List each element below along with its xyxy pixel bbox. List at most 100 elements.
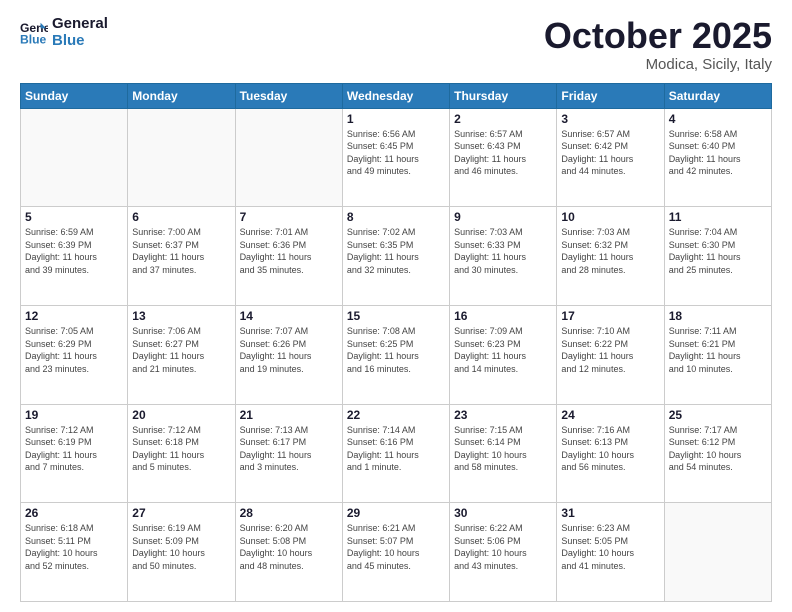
calendar-cell: 20 Sunrise: 7:12 AM Sunset: 6:18 PM Dayli…: [128, 404, 235, 503]
day-number: 20: [132, 408, 230, 422]
day-info: Sunrise: 7:02 AM Sunset: 6:35 PM Dayligh…: [347, 226, 445, 276]
day-number: 21: [240, 408, 338, 422]
calendar-cell: 30 Sunrise: 6:22 AM Sunset: 5:06 PM Dayli…: [450, 503, 557, 602]
calendar-cell: 2 Sunrise: 6:57 AM Sunset: 6:43 PM Daylig…: [450, 108, 557, 207]
day-header-tuesday: Tuesday: [235, 83, 342, 108]
location: Modica, Sicily, Italy: [544, 56, 772, 73]
month-title: October 2025: [544, 16, 772, 56]
day-number: 29: [347, 506, 445, 520]
calendar-cell: 16 Sunrise: 7:09 AM Sunset: 6:23 PM Dayli…: [450, 305, 557, 404]
calendar-cell: 31 Sunrise: 6:23 AM Sunset: 5:05 PM Dayli…: [557, 503, 664, 602]
day-number: 9: [454, 210, 552, 224]
calendar-cell: 24 Sunrise: 7:16 AM Sunset: 6:13 PM Dayli…: [557, 404, 664, 503]
calendar-cell: 4 Sunrise: 6:58 AM Sunset: 6:40 PM Daylig…: [664, 108, 771, 207]
calendar-cell: 22 Sunrise: 7:14 AM Sunset: 6:16 PM Dayli…: [342, 404, 449, 503]
day-number: 27: [132, 506, 230, 520]
day-info: Sunrise: 6:56 AM Sunset: 6:45 PM Dayligh…: [347, 128, 445, 178]
title-block: October 2025 Modica, Sicily, Italy: [544, 16, 772, 73]
day-info: Sunrise: 7:04 AM Sunset: 6:30 PM Dayligh…: [669, 226, 767, 276]
calendar-cell: [664, 503, 771, 602]
day-header-thursday: Thursday: [450, 83, 557, 108]
day-header-monday: Monday: [128, 83, 235, 108]
calendar-cell: 1 Sunrise: 6:56 AM Sunset: 6:45 PM Daylig…: [342, 108, 449, 207]
week-row-2: 5Sunrise: 6:59 AM Sunset: 6:39 PM Daylig…: [21, 207, 772, 306]
page: General Blue General Blue October 2025 M…: [0, 0, 792, 612]
day-info: Sunrise: 7:03 AM Sunset: 6:33 PM Dayligh…: [454, 226, 552, 276]
calendar-cell: 15Sunrise: 7:08 AM Sunset: 6:25 PM Dayli…: [342, 305, 449, 404]
day-info: Sunrise: 7:12 AM Sunset: 6:19 PM Dayligh…: [25, 424, 123, 474]
logo: General Blue General Blue: [20, 16, 108, 49]
calendar-cell: 23Sunrise: 7:15 AM Sunset: 6:14 PM Dayli…: [450, 404, 557, 503]
calendar-cell: 25Sunrise: 7:17 AM Sunset: 6:12 PM Dayli…: [664, 404, 771, 503]
calendar-cell: [128, 108, 235, 207]
day-header-saturday: Saturday: [664, 83, 771, 108]
week-row-3: 12Sunrise: 7:05 AM Sunset: 6:29 PM Dayli…: [21, 305, 772, 404]
day-info: Sunrise: 7:17 AM Sunset: 6:12 PM Dayligh…: [669, 424, 767, 474]
day-info: Sunrise: 7:07 AM Sunset: 6:26 PM Dayligh…: [240, 325, 338, 375]
day-info: Sunrise: 7:10 AM Sunset: 6:22 PM Dayligh…: [561, 325, 659, 375]
calendar-cell: 7Sunrise: 7:01 AM Sunset: 6:36 PM Daylig…: [235, 207, 342, 306]
calendar-cell: 9 Sunrise: 7:03 AM Sunset: 6:33 PM Daylig…: [450, 207, 557, 306]
calendar-cell: 18 Sunrise: 7:11 AM Sunset: 6:21 PM Dayli…: [664, 305, 771, 404]
day-number: 18: [669, 309, 767, 323]
day-header-sunday: Sunday: [21, 83, 128, 108]
day-info: Sunrise: 7:13 AM Sunset: 6:17 PM Dayligh…: [240, 424, 338, 474]
day-info: Sunrise: 6:21 AM Sunset: 5:07 PM Dayligh…: [347, 522, 445, 572]
day-header-friday: Friday: [557, 83, 664, 108]
calendar-cell: 3Sunrise: 6:57 AM Sunset: 6:42 PM Daylig…: [557, 108, 664, 207]
calendar-cell: [21, 108, 128, 207]
week-row-5: 26Sunrise: 6:18 AM Sunset: 5:11 PM Dayli…: [21, 503, 772, 602]
calendar: SundayMondayTuesdayWednesdayThursdayFrid…: [20, 83, 772, 602]
day-number: 14: [240, 309, 338, 323]
week-row-1: 1 Sunrise: 6:56 AM Sunset: 6:45 PM Daylig…: [21, 108, 772, 207]
day-info: Sunrise: 7:14 AM Sunset: 6:16 PM Dayligh…: [347, 424, 445, 474]
day-number: 31: [561, 506, 659, 520]
calendar-cell: 6Sunrise: 7:00 AM Sunset: 6:37 PM Daylig…: [128, 207, 235, 306]
day-info: Sunrise: 7:01 AM Sunset: 6:36 PM Dayligh…: [240, 226, 338, 276]
day-header-wednesday: Wednesday: [342, 83, 449, 108]
day-number: 16: [454, 309, 552, 323]
svg-text:Blue: Blue: [20, 32, 47, 46]
calendar-cell: 14 Sunrise: 7:07 AM Sunset: 6:26 PM Dayli…: [235, 305, 342, 404]
day-number: 12: [25, 309, 123, 323]
day-number: 30: [454, 506, 552, 520]
day-info: Sunrise: 6:19 AM Sunset: 5:09 PM Dayligh…: [132, 522, 230, 572]
day-number: 19: [25, 408, 123, 422]
day-number: 22: [347, 408, 445, 422]
logo-icon: General Blue: [20, 19, 48, 47]
calendar-cell: 8 Sunrise: 7:02 AM Sunset: 6:35 PM Daylig…: [342, 207, 449, 306]
day-info: Sunrise: 6:58 AM Sunset: 6:40 PM Dayligh…: [669, 128, 767, 178]
calendar-cell: 19 Sunrise: 7:12 AM Sunset: 6:19 PM Dayli…: [21, 404, 128, 503]
day-info: Sunrise: 7:03 AM Sunset: 6:32 PM Dayligh…: [561, 226, 659, 276]
day-number: 3: [561, 112, 659, 126]
day-number: 10: [561, 210, 659, 224]
calendar-cell: 26Sunrise: 6:18 AM Sunset: 5:11 PM Dayli…: [21, 503, 128, 602]
calendar-cell: 29 Sunrise: 6:21 AM Sunset: 5:07 PM Dayli…: [342, 503, 449, 602]
day-info: Sunrise: 6:20 AM Sunset: 5:08 PM Dayligh…: [240, 522, 338, 572]
day-info: Sunrise: 6:57 AM Sunset: 6:43 PM Dayligh…: [454, 128, 552, 178]
day-number: 8: [347, 210, 445, 224]
calendar-cell: 10 Sunrise: 7:03 AM Sunset: 6:32 PM Dayli…: [557, 207, 664, 306]
day-number: 4: [669, 112, 767, 126]
day-info: Sunrise: 6:23 AM Sunset: 5:05 PM Dayligh…: [561, 522, 659, 572]
day-info: Sunrise: 7:00 AM Sunset: 6:37 PM Dayligh…: [132, 226, 230, 276]
day-info: Sunrise: 6:18 AM Sunset: 5:11 PM Dayligh…: [25, 522, 123, 572]
calendar-cell: 13Sunrise: 7:06 AM Sunset: 6:27 PM Dayli…: [128, 305, 235, 404]
day-info: Sunrise: 6:22 AM Sunset: 5:06 PM Dayligh…: [454, 522, 552, 572]
day-info: Sunrise: 7:11 AM Sunset: 6:21 PM Dayligh…: [669, 325, 767, 375]
day-info: Sunrise: 7:16 AM Sunset: 6:13 PM Dayligh…: [561, 424, 659, 474]
calendar-cell: 27 Sunrise: 6:19 AM Sunset: 5:09 PM Dayli…: [128, 503, 235, 602]
day-number: 2: [454, 112, 552, 126]
logo-blue: Blue: [52, 33, 108, 50]
day-number: 15: [347, 309, 445, 323]
day-info: Sunrise: 7:06 AM Sunset: 6:27 PM Dayligh…: [132, 325, 230, 375]
days-header-row: SundayMondayTuesdayWednesdayThursdayFrid…: [21, 83, 772, 108]
calendar-cell: 28Sunrise: 6:20 AM Sunset: 5:08 PM Dayli…: [235, 503, 342, 602]
day-info: Sunrise: 7:09 AM Sunset: 6:23 PM Dayligh…: [454, 325, 552, 375]
day-info: Sunrise: 7:12 AM Sunset: 6:18 PM Dayligh…: [132, 424, 230, 474]
calendar-cell: 17Sunrise: 7:10 AM Sunset: 6:22 PM Dayli…: [557, 305, 664, 404]
day-number: 1: [347, 112, 445, 126]
day-number: 23: [454, 408, 552, 422]
day-number: 24: [561, 408, 659, 422]
logo-general: General: [52, 16, 108, 33]
